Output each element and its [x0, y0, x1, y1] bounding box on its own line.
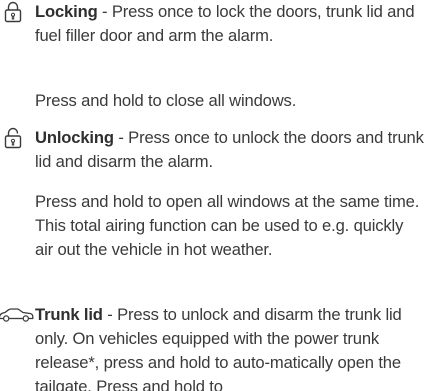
car-trunk-icon	[0, 308, 34, 322]
locking-entry: Locking - Press once to lock the doors, …	[0, 0, 425, 48]
locking-hold-paragraph: Press and hold to close all windows.	[35, 91, 297, 110]
locking-term: Locking	[35, 2, 98, 21]
unlocking-entry: Unlocking - Press once to unlock the doo…	[0, 126, 425, 174]
unlocking-hold-paragraph: Press and hold to open all windows at th…	[35, 192, 420, 259]
unlocking-term: Unlocking	[35, 128, 114, 147]
padlock-unlocked-icon	[4, 127, 22, 149]
locking-paragraph: Locking - Press once to lock the doors, …	[35, 0, 425, 48]
trunk-lid-term: Trunk lid	[35, 305, 103, 324]
trunk-lid-paragraph: Trunk lid - Press to unlock and disarm t…	[35, 303, 425, 391]
padlock-locked-icon	[4, 1, 22, 23]
unlocking-paragraph: Unlocking - Press once to unlock the doo…	[35, 126, 425, 174]
trunk-lid-entry: Trunk lid - Press to unlock and disarm t…	[0, 303, 425, 391]
manual-page: Locking - Press once to lock the doors, …	[0, 0, 443, 391]
